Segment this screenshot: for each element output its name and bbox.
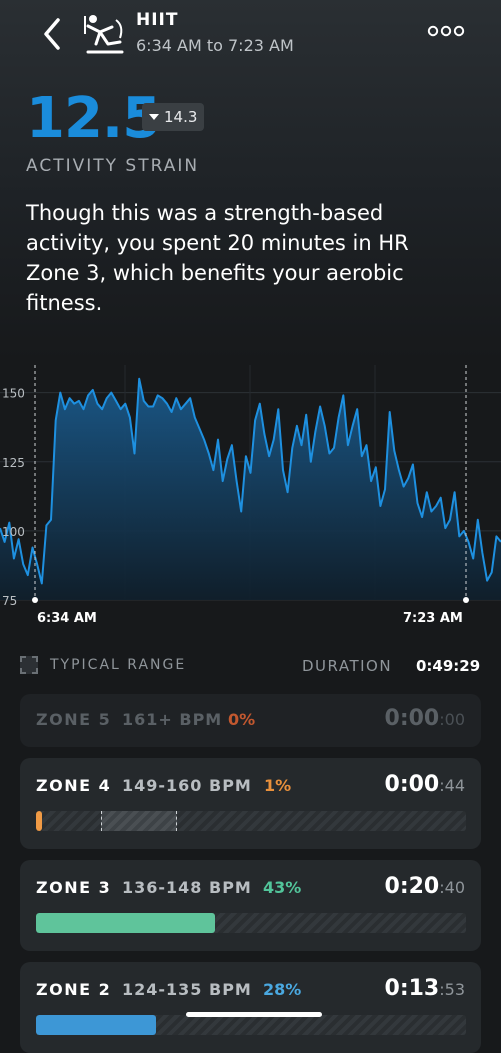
zone-time-seconds: :53 [439, 980, 465, 999]
zone-4-card[interactable]: ZONE 4 149-160 BPM 1% 0:00:44 [20, 758, 481, 849]
end-time-label: 7:23 AM [403, 611, 463, 626]
y-tick-label: 100 [2, 525, 25, 539]
previous-strain-value: 14.3 [164, 108, 198, 126]
more-dots-icon[interactable] [426, 24, 466, 38]
zone-name: ZONE 5 [36, 710, 112, 729]
zone-progress-fill [36, 913, 215, 933]
heart-rate-chart: 150 125 100 75 6:34 AM 7:23 AM [0, 365, 501, 626]
zone-progress-track [36, 811, 466, 831]
zone-name: ZONE 3 [36, 878, 112, 897]
typical-range-band [101, 811, 178, 831]
y-tick-label: 150 [2, 387, 25, 401]
zone-time: 0:13:53 [385, 976, 465, 1001]
zone-5-card[interactable]: ZONE 5 161+ BPM 0% 0:00:00 [20, 694, 481, 747]
zone-bpm-range: 161+ BPM [122, 710, 223, 729]
zone-percent: 0% [228, 710, 256, 729]
zone-progress-track [36, 913, 466, 933]
zone-time-seconds: :40 [439, 878, 465, 897]
zone-percent: 1% [264, 776, 292, 795]
zone-time: 0:00:44 [385, 772, 465, 797]
triangle-down-icon [149, 114, 159, 120]
zone-3-card[interactable]: ZONE 3 136-148 BPM 43% 0:20:40 [20, 860, 481, 951]
zone-name: ZONE 4 [36, 776, 112, 795]
zone-time-seconds: :00 [439, 710, 465, 729]
duration-label: DURATION [302, 657, 393, 675]
home-indicator[interactable] [186, 1012, 322, 1017]
y-tick-label: 75 [2, 594, 17, 608]
zone-bpm-range: 136-148 BPM [122, 878, 252, 897]
zone-time-seconds: :44 [439, 776, 465, 795]
zone-time-main: 0:00 [384, 772, 440, 797]
zone-name: ZONE 2 [36, 980, 112, 999]
chevron-left-icon[interactable] [38, 14, 70, 54]
zone-bpm-range: 149-160 BPM [122, 776, 252, 795]
zone-time-main: 0:13 [384, 976, 440, 1001]
zone-percent: 28% [263, 980, 302, 999]
typical-range-icon [20, 656, 38, 674]
duration-value: 0:49:29 [416, 657, 481, 675]
zone-progress-fill [36, 1015, 157, 1035]
typical-range-label: TYPICAL RANGE [50, 657, 187, 673]
hiit-figure-icon [84, 15, 124, 54]
end-marker-dot [463, 597, 469, 603]
activity-title: HIIT [136, 10, 179, 30]
activity-description: Though this was a strength-based activit… [26, 201, 409, 315]
start-marker-dot [32, 597, 38, 603]
start-time-label: 6:34 AM [37, 611, 97, 626]
zone-2-card[interactable]: ZONE 2 124-135 BPM 28% 0:13:53 [20, 962, 481, 1053]
zone-percent: 43% [263, 878, 302, 897]
zone-time: 0:20:40 [385, 874, 465, 899]
activity-time-range: 6:34 AM to 7:23 AM [136, 36, 294, 55]
zone-progress-track [36, 1015, 466, 1035]
header: HIIT 6:34 AM to 7:23 AM [0, 0, 501, 70]
strain-label: ACTIVITY STRAIN [26, 156, 200, 176]
zone-time-main: 0:00 [384, 706, 440, 731]
zone-progress-fill [36, 811, 43, 831]
previous-strain-badge: 14.3 [142, 103, 204, 131]
y-tick-label: 125 [2, 456, 25, 470]
zone-bpm-range: 124-135 BPM [122, 980, 252, 999]
zone-time-main: 0:20 [384, 874, 440, 899]
zone-time: 0:00:00 [385, 706, 465, 731]
strain-value: 12.5 [26, 86, 161, 151]
